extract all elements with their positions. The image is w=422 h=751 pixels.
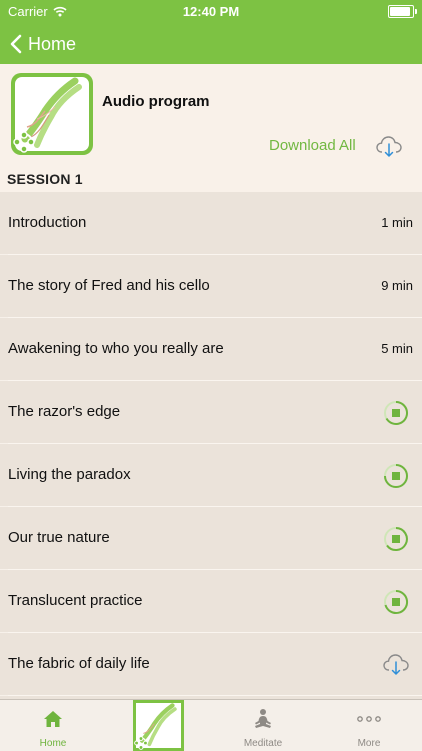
tab-meditate[interactable]: Meditate: [228, 700, 298, 751]
track-title: Our true nature: [8, 529, 110, 546]
track-duration: 9 min: [381, 278, 413, 293]
track-row[interactable]: Awakening to who you really are 5 min: [0, 318, 422, 381]
track-row[interactable]: Our true nature: [0, 507, 422, 570]
stop-download-icon[interactable]: [383, 526, 409, 552]
clock: 12:40 PM: [182, 4, 240, 19]
track-list: Introduction 1 min The story of Fred and…: [0, 192, 422, 696]
tab-more-label: More: [357, 738, 381, 749]
section-title: SESSION 1: [7, 171, 83, 187]
tab-meditate-label: Meditate: [243, 738, 283, 749]
back-button[interactable]: Home: [10, 30, 76, 58]
program-header: Audio program Download All SESSION 1: [0, 64, 422, 192]
flower-logo-icon: [13, 131, 35, 153]
back-label: Home: [28, 33, 77, 54]
track-row[interactable]: The fabric of daily life: [0, 633, 422, 696]
track-row[interactable]: The story of Fred and his cello 9 min: [0, 255, 422, 318]
track-title: Introduction: [8, 214, 87, 231]
more-icon: [357, 716, 381, 722]
track-duration: 5 min: [381, 341, 413, 356]
track-row[interactable]: The razor's edge: [0, 381, 422, 444]
track-title: The fabric of daily life: [8, 655, 150, 672]
cloud-download-icon[interactable]: [375, 132, 403, 160]
track-title: The story of Fred and his cello: [8, 277, 210, 294]
tab-program[interactable]: [133, 700, 184, 751]
download-all-button[interactable]: Download All: [269, 137, 356, 154]
stop-download-icon[interactable]: [383, 463, 409, 489]
track-duration: 1 min: [381, 215, 413, 230]
track-row[interactable]: Translucent practice: [0, 570, 422, 633]
tab-more[interactable]: More: [334, 700, 404, 751]
program-artwork: [11, 73, 93, 155]
tab-home[interactable]: Home: [18, 700, 88, 751]
track-row[interactable]: Living the paradox: [0, 444, 422, 507]
cloud-download-icon[interactable]: [382, 650, 410, 678]
stop-download-icon[interactable]: [383, 589, 409, 615]
status-bar: Carrier 12:40 PM: [0, 0, 422, 22]
flower-logo-icon: [134, 736, 148, 750]
stop-download-icon[interactable]: [383, 400, 409, 426]
navigation-bar: Carrier 12:40 PM Home: [0, 0, 422, 64]
tab-home-label: Home: [39, 738, 67, 749]
chevron-left-icon: [10, 34, 22, 54]
program-title: Audio program: [102, 93, 210, 110]
home-icon: [44, 711, 62, 727]
track-row[interactable]: Introduction 1 min: [0, 192, 422, 255]
meditate-icon: [255, 709, 271, 728]
track-title: Awakening to who you really are: [8, 340, 224, 357]
track-title: The razor's edge: [8, 403, 121, 420]
battery-icon: [388, 5, 417, 18]
track-title: Translucent practice: [8, 592, 143, 609]
program-thumbnail: [133, 700, 184, 751]
track-title: Living the paradox: [8, 466, 131, 483]
tab-bar: Home Meditate More: [0, 699, 422, 751]
